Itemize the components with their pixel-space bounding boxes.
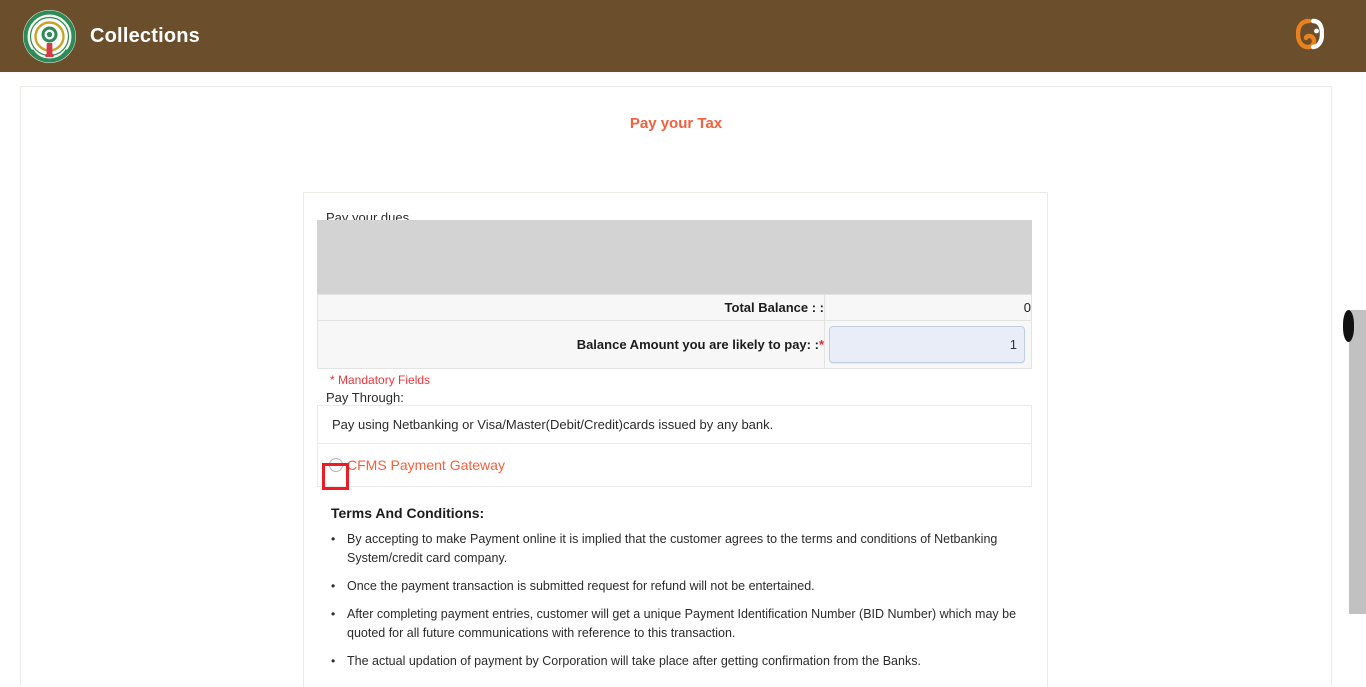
radio-button-icon[interactable] bbox=[329, 458, 343, 472]
list-item: • By accepting to make Payment online it… bbox=[331, 530, 1018, 568]
bullet-icon: • bbox=[331, 654, 336, 668]
pay-your-tax-title: Pay your Tax bbox=[629, 115, 723, 132]
table-row: Balance Amount you are likely to pay: :* bbox=[317, 320, 1032, 369]
total-balance-label: Total Balance : : bbox=[317, 294, 825, 321]
pay-through-label: Pay Through: bbox=[326, 390, 404, 405]
required-asterisk: * bbox=[818, 337, 824, 352]
gateway-option-label[interactable]: CFMS Payment Gateway bbox=[347, 457, 505, 473]
terms-and-conditions-block: Terms And Conditions: • By accepting to … bbox=[317, 496, 1032, 680]
list-item-text: By accepting to make Payment online it i… bbox=[347, 532, 998, 565]
content-card: Pay your Tax Pay your dues Total Balance… bbox=[20, 86, 1332, 687]
list-item: • The actual updation of payment by Corp… bbox=[331, 652, 1018, 671]
page-title: Collections bbox=[90, 24, 200, 47]
payment-gateway-box: Pay using Netbanking or Visa/Master(Debi… bbox=[317, 405, 1032, 487]
gateway-option-row[interactable]: CFMS Payment Gateway bbox=[318, 444, 1031, 487]
list-item-text: Once the payment transaction is submitte… bbox=[347, 579, 815, 593]
list-item: • Once the payment transaction is submit… bbox=[331, 577, 1018, 596]
e-pragati-brand-icon[interactable] bbox=[1295, 18, 1325, 50]
ap-government-emblem-icon bbox=[23, 9, 76, 63]
bullet-icon: • bbox=[331, 532, 336, 546]
bullet-icon: • bbox=[331, 579, 336, 593]
total-balance-value: 0 bbox=[824, 294, 1032, 321]
payable-amount-cell bbox=[824, 320, 1032, 369]
scrollbar-thumb[interactable] bbox=[1349, 310, 1366, 614]
list-item-text: After completing payment entries, custom… bbox=[347, 607, 1017, 640]
gateway-info-text: Pay using Netbanking or Visa/Master(Debi… bbox=[318, 406, 1031, 444]
payable-amount-label: Balance Amount you are likely to pay: :* bbox=[317, 320, 825, 369]
balance-table: Total Balance : : 0 Balance Amount you a… bbox=[317, 294, 1032, 369]
list-item-text: The actual updation of payment by Corpor… bbox=[347, 654, 921, 668]
cursor-marker bbox=[1343, 310, 1354, 342]
list-item: • After completing payment entries, cust… bbox=[331, 605, 1018, 643]
mandatory-fields-note: * Mandatory Fields bbox=[330, 373, 431, 387]
app-header: Collections bbox=[0, 0, 1366, 72]
payable-amount-label-text: Balance Amount you are likely to pay: : bbox=[576, 337, 819, 352]
table-row: Total Balance : : 0 bbox=[317, 294, 1032, 321]
payable-amount-input[interactable] bbox=[829, 326, 1025, 363]
dues-table-mask bbox=[317, 220, 1032, 294]
terms-heading: Terms And Conditions: bbox=[331, 505, 485, 521]
vertical-scrollbar[interactable] bbox=[1349, 72, 1366, 657]
page-scroll-area: Pay your Tax Pay your dues Total Balance… bbox=[0, 72, 1349, 687]
pay-dues-panel: Pay your dues Total Balance : : 0 Balanc… bbox=[303, 192, 1048, 687]
bullet-icon: • bbox=[331, 607, 336, 621]
